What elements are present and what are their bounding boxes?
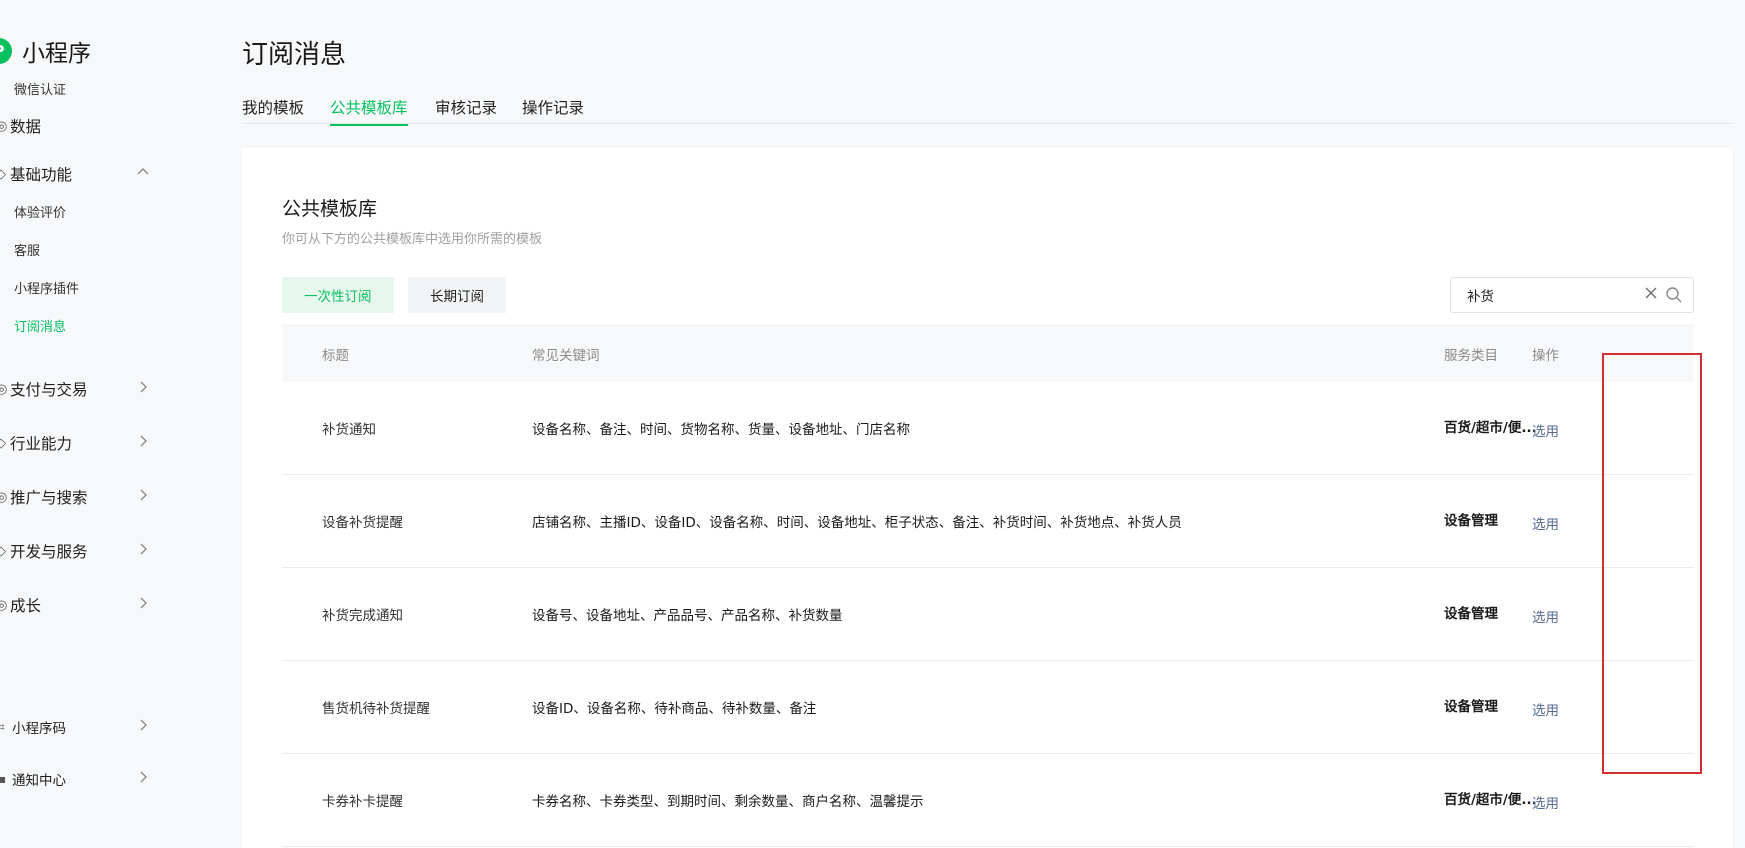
column-header-keywords: 常见关键词 [532, 348, 600, 364]
sidebar-item-label: 开发与服务 [10, 543, 88, 561]
sidebar-item-label: 通知中心 [12, 773, 66, 789]
row-keywords: 设备ID、设备名称、待补商品、待补数量、备注 [532, 701, 817, 717]
sidebar-item-qrcode[interactable]: ⌗ 小程序码 [0, 717, 160, 737]
table-row: 补货完成通知 设备号、设备地址、产品品号、产品名称、补货数量 设备管理 选用 [282, 568, 1694, 661]
chevron-right-icon [136, 718, 150, 736]
sidebar-item-label: 支付与交易 [10, 381, 88, 399]
column-header-title: 标题 [322, 348, 349, 364]
select-template-link[interactable]: 选用 [1532, 513, 1559, 533]
close-icon[interactable] [1643, 285, 1659, 306]
sidebar-item-notifications[interactable]: ▪ 通知中心 [0, 769, 160, 789]
chevron-right-icon [136, 488, 150, 506]
sidebar-subitem-plugins[interactable]: 小程序插件 [14, 278, 79, 297]
tab-bar: 我的模板 公共模板库 审核记录 操作记录 [242, 96, 1732, 126]
tab-operation-records[interactable]: 操作记录 [522, 96, 584, 124]
qrcode-icon: ⌗ [0, 719, 5, 734]
row-category: 百货/超市/便... [1444, 420, 1537, 436]
sidebar-item-label: 行业能力 [10, 435, 73, 453]
chevron-right-icon [136, 434, 150, 452]
row-category: 设备管理 [1444, 513, 1498, 529]
select-template-link[interactable]: 选用 [1532, 606, 1559, 626]
data-icon: ◎ [0, 118, 8, 134]
row-category: 设备管理 [1444, 699, 1498, 715]
notification-icon: ▪ [0, 772, 7, 786]
sidebar-item-development[interactable]: ◇ 开发与服务 [0, 540, 160, 562]
table-row: 卡券补卡提醒 卡券名称、卡券类型、到期时间、剩余数量、商户名称、温馨提示 百货/… [282, 754, 1694, 847]
template-table: 标题 常见关键词 服务类目 操作 补货通知 设备名称、备注、时间、货物名称、货量… [282, 324, 1694, 847]
row-keywords: 设备名称、备注、时间、货物名称、货量、设备地址、门店名称 [532, 422, 910, 438]
chevron-right-icon [136, 596, 150, 614]
sidebar-item-label: 小程序码 [12, 721, 66, 737]
miniprogram-logo-icon: P [0, 38, 12, 64]
chevron-up-icon [136, 165, 150, 183]
basic-functions-icon: ◇ [0, 166, 6, 182]
promotion-icon: ◎ [0, 489, 8, 505]
table-row: 设备补货提醒 店铺名称、主播ID、设备ID、设备名称、时间、设备地址、柜子状态、… [282, 475, 1694, 568]
select-template-link[interactable]: 选用 [1532, 699, 1559, 719]
growth-icon: ◎ [0, 597, 8, 613]
table-header: 标题 常见关键词 服务类目 操作 [282, 324, 1694, 382]
template-library-card: 公共模板库 你可从下方的公共模板库中选用你所需的模板 一次性订阅 长期订阅 标题… [242, 148, 1732, 848]
chevron-right-icon [136, 542, 150, 560]
chevron-right-icon [136, 380, 150, 398]
search-field [1450, 277, 1694, 313]
sidebar-item-wechat-cert[interactable]: 微信认证 [14, 79, 66, 98]
column-header-category: 服务类目 [1444, 348, 1498, 364]
page-title: 订阅消息 [242, 40, 347, 70]
row-keywords: 店铺名称、主播ID、设备ID、设备名称、时间、设备地址、柜子状态、备注、补货时间… [532, 515, 1182, 531]
brand-title: 小程序 [22, 41, 91, 67]
table-row: 补货通知 设备名称、备注、时间、货物名称、货量、设备地址、门店名称 百货/超市/… [282, 382, 1694, 475]
industry-icon: ◇ [0, 435, 6, 451]
sidebar-item-basic-functions[interactable]: ◇ 基础功能 [0, 163, 160, 185]
row-title: 设备补货提醒 [322, 515, 403, 531]
search-icon[interactable] [1665, 286, 1683, 304]
chevron-right-icon [136, 770, 150, 788]
sidebar-item-label: 基础功能 [10, 166, 73, 184]
sidebar-subitem-customer-service[interactable]: 客服 [14, 240, 40, 259]
row-category: 百货/超市/便... [1444, 792, 1537, 808]
brand[interactable]: P 小程序 [0, 34, 91, 68]
sidebar-item-label: 成长 [10, 597, 42, 615]
row-title: 补货通知 [322, 422, 376, 438]
payment-icon: ◎ [0, 381, 8, 397]
sidebar-item-data[interactable]: ◎ 数据 [0, 115, 160, 137]
row-title: 售货机待补货提醒 [322, 701, 430, 717]
row-title: 卡券补卡提醒 [322, 794, 403, 810]
card-description: 你可从下方的公共模板库中选用你所需的模板 [282, 232, 543, 247]
select-template-link[interactable]: 选用 [1532, 792, 1559, 812]
sidebar: P 小程序 微信认证 ◎ 数据 ◇ 基础功能 体验评价 客服 小程序插件 订阅消… [0, 0, 170, 805]
long-term-subscription-button[interactable]: 长期订阅 [408, 277, 506, 313]
sidebar-item-promotion[interactable]: ◎ 推广与搜索 [0, 486, 160, 508]
sidebar-item-label: 数据 [10, 118, 42, 136]
search-input[interactable] [1465, 286, 1635, 304]
sidebar-item-industry[interactable]: ◇ 行业能力 [0, 432, 160, 454]
sidebar-item-label: 推广与搜索 [10, 489, 88, 507]
row-keywords: 设备号、设备地址、产品品号、产品名称、补货数量 [532, 608, 843, 624]
sidebar-subitem-experience[interactable]: 体验评价 [14, 202, 66, 221]
row-keywords: 卡券名称、卡券类型、到期时间、剩余数量、商户名称、温馨提示 [532, 794, 924, 810]
card-title: 公共模板库 [282, 198, 378, 220]
row-category: 设备管理 [1444, 606, 1498, 622]
one-time-subscription-button[interactable]: 一次性订阅 [282, 277, 394, 313]
tab-my-templates[interactable]: 我的模板 [242, 96, 304, 124]
select-template-link[interactable]: 选用 [1532, 420, 1559, 440]
row-title: 补货完成通知 [322, 608, 403, 624]
tab-public-templates[interactable]: 公共模板库 [330, 96, 408, 126]
sidebar-item-growth[interactable]: ◎ 成长 [0, 594, 160, 616]
sidebar-item-payment[interactable]: ◎ 支付与交易 [0, 378, 160, 400]
column-header-action: 操作 [1532, 348, 1559, 364]
table-row: 售货机待补货提醒 设备ID、设备名称、待补商品、待补数量、备注 设备管理 选用 [282, 661, 1694, 754]
development-icon: ◇ [0, 543, 6, 559]
sidebar-subitem-subscription-messages[interactable]: 订阅消息 [14, 316, 66, 335]
tab-review-records[interactable]: 审核记录 [435, 96, 497, 124]
